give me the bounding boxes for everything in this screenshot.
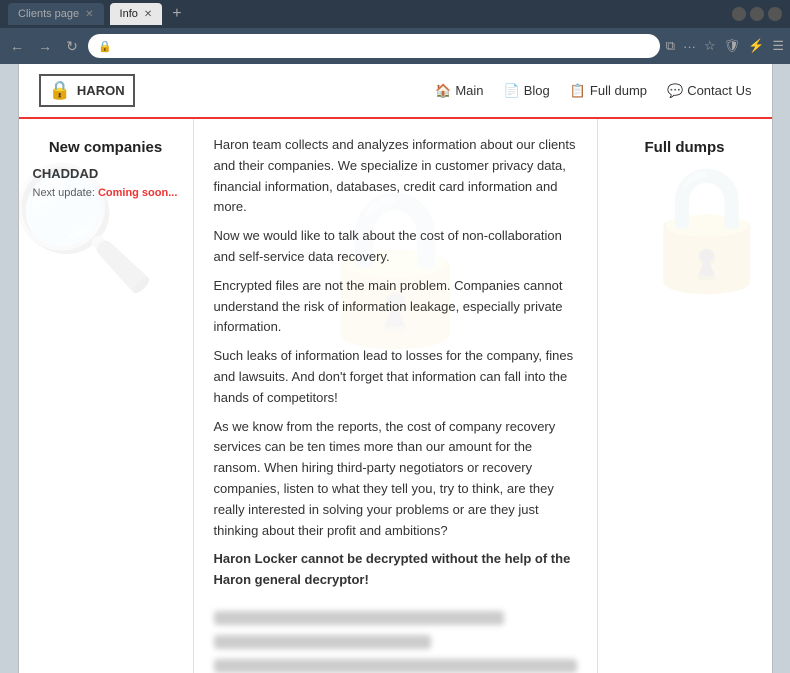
shield-icon[interactable]: 🛡 — [724, 38, 741, 54]
left-sidebar: 🔍 New companies CHADDAD Next update: Com… — [19, 119, 194, 673]
next-update: Next update: Coming soon... — [33, 187, 179, 199]
para-5: As we know from the reports, the cost of… — [214, 417, 577, 542]
close-button[interactable]: × — [768, 7, 782, 21]
tab2-close[interactable]: ✕ — [144, 9, 152, 20]
nav-main[interactable]: 🏠 Main — [435, 83, 483, 99]
nav-main-label: Main — [455, 83, 483, 98]
para-4: Such leaks of information lead to losses… — [214, 346, 577, 408]
page-wrapper[interactable]: 🔒 HARON 🏠 Main 📄 Blog 📋 Full dump — [18, 64, 773, 673]
fulldump-icon: 📋 — [570, 83, 586, 99]
logo-icon: 🔒 — [49, 80, 71, 101]
new-tab-button[interactable]: + — [168, 5, 185, 23]
browser-toolbar: ← → ↻ 🔒 ⧉ ··· ☆ 🛡 ⚡ ☰ — [0, 28, 790, 64]
blurred-row-3 — [214, 659, 577, 673]
para-1: Haron team collects and analyzes informa… — [214, 135, 577, 218]
nav-full-dump[interactable]: 📋 Full dump — [570, 83, 647, 99]
logo-text: HARON — [77, 83, 125, 98]
menu-icon[interactable]: ☰ — [772, 38, 784, 54]
tab2-label: Info — [120, 8, 138, 20]
main-icon: 🏠 — [435, 83, 451, 99]
forward-button[interactable]: → — [34, 36, 56, 56]
window-controls: − □ × — [732, 7, 782, 21]
nav-contact-us[interactable]: 💬 Contact Us — [667, 83, 752, 99]
nav-fulldump-label: Full dump — [590, 83, 647, 98]
maximize-button[interactable]: □ — [750, 7, 764, 21]
right-sidebar-title: Full dumps — [612, 139, 758, 156]
sidebar-title: New companies — [33, 139, 179, 156]
collections-icon[interactable]: ⧉ — [666, 38, 675, 54]
nav-blog[interactable]: 📄 Blog — [504, 83, 550, 99]
blurred-row-2 — [214, 635, 432, 649]
coming-soon: Coming soon... — [98, 187, 177, 199]
blurred-row-1 — [214, 611, 504, 625]
site-body: 🔍 New companies CHADDAD Next update: Com… — [19, 119, 772, 673]
company-name: CHADDAD — [33, 166, 179, 181]
browser-tab-1[interactable]: Clients page ✕ — [8, 3, 104, 25]
right-watermark: 🔒 — [632, 159, 771, 299]
browser-frame: 🔒 HARON 🏠 Main 📄 Blog 📋 Full dump — [0, 64, 790, 673]
tab1-close[interactable]: ✕ — [85, 9, 93, 20]
favorites-icon[interactable]: ☆ — [704, 38, 716, 54]
logo[interactable]: 🔒 HARON — [39, 74, 135, 107]
address-bar[interactable]: 🔒 — [88, 34, 660, 58]
blog-icon: 📄 — [504, 83, 520, 99]
titlebar: Clients page ✕ Info ✕ + − □ × — [0, 0, 790, 28]
site-nav: 🏠 Main 📄 Blog 📋 Full dump 💬 Contact Us — [435, 83, 751, 99]
more-icon[interactable]: ··· — [683, 39, 696, 54]
contact-icon: 💬 — [667, 83, 683, 99]
nav-contact-label: Contact Us — [687, 83, 751, 98]
tab1-label: Clients page — [18, 8, 79, 20]
right-sidebar: 🔒 Full dumps — [597, 119, 772, 673]
back-button[interactable]: ← — [6, 36, 28, 56]
para-3: Encrypted files are not the main problem… — [214, 276, 577, 338]
refresh-button[interactable]: ↻ — [62, 36, 82, 57]
nav-blog-label: Blog — [524, 83, 550, 98]
toolbar-icons: ⧉ ··· ☆ 🛡 ⚡ ☰ — [666, 38, 784, 54]
para-2: Now we would like to talk about the cost… — [214, 226, 577, 268]
next-update-label: Next update: — [33, 187, 95, 199]
settings-icon[interactable]: ⚡ — [748, 38, 764, 54]
para-6: Haron Locker cannot be decrypted without… — [214, 549, 577, 591]
browser-tab-2[interactable]: Info ✕ — [110, 3, 163, 25]
minimize-button[interactable]: − — [732, 7, 746, 21]
site-header: 🔒 HARON 🏠 Main 📄 Blog 📋 Full dump — [19, 64, 772, 119]
main-content: 🔒 Haron team collects and analyzes infor… — [194, 119, 597, 673]
